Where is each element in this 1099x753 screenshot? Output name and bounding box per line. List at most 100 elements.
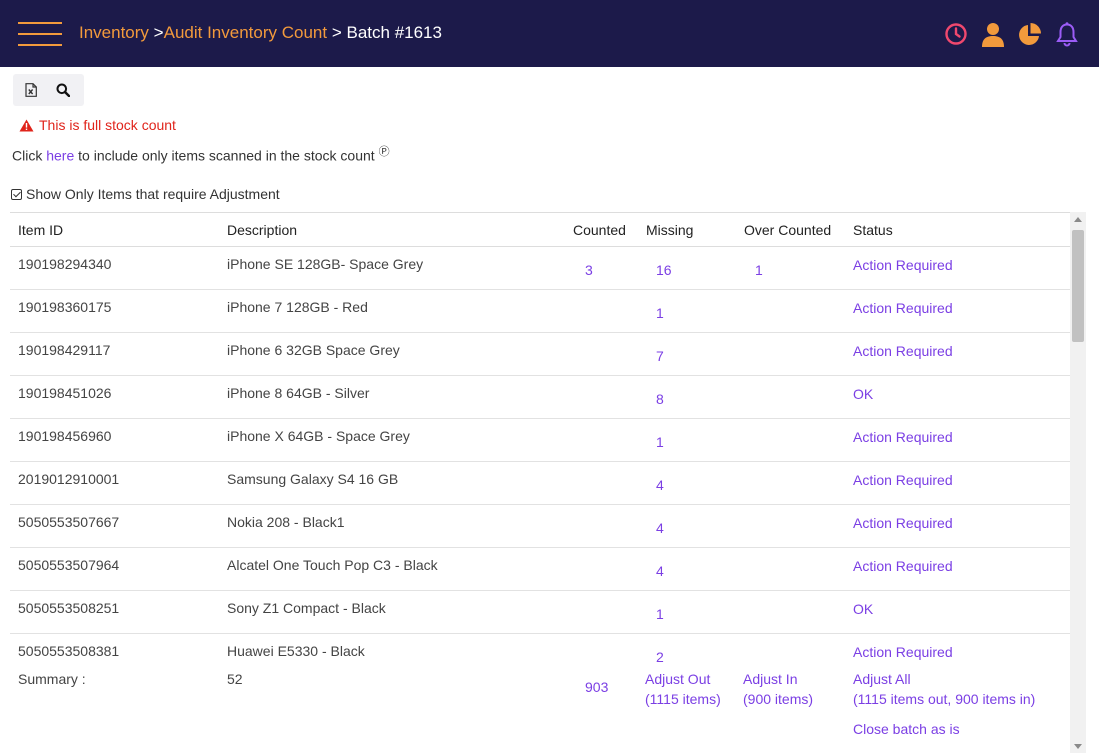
status-link[interactable]: OK <box>853 386 873 402</box>
menu-icon[interactable] <box>18 22 62 46</box>
counted-link[interactable]: 3 <box>585 262 593 278</box>
warning-icon <box>19 119 34 131</box>
missing-link[interactable]: 1 <box>656 606 664 622</box>
adjust-in-label: Adjust In <box>743 671 798 687</box>
missing-link[interactable]: 4 <box>656 563 664 579</box>
scroll-up-arrow-icon[interactable] <box>1070 212 1086 226</box>
item-description: Huawei E5330 - Black <box>227 643 365 659</box>
full-stock-warning: This is full stock count <box>19 117 176 133</box>
column-description: Description <box>227 222 298 238</box>
item-id: 5050553508251 <box>18 600 120 616</box>
item-id: 190198294340 <box>18 256 112 272</box>
table-row: 190198294340 iPhone SE 128GB- Space Grey… <box>10 247 1070 290</box>
missing-link[interactable]: 1 <box>656 305 664 321</box>
item-id: 190198360175 <box>18 299 112 315</box>
over-counted-link[interactable]: 1 <box>755 262 763 278</box>
item-id: 190198456960 <box>18 428 112 444</box>
item-id: 2019012910001 <box>18 471 120 487</box>
table-row: 2019012910001 Samsung Galaxy S4 16 GB 4 … <box>10 462 1070 505</box>
item-description: iPhone 8 64GB - Silver <box>227 385 370 401</box>
status-link[interactable]: Action Required <box>853 429 953 445</box>
adjustment-only-checkbox[interactable] <box>11 188 22 200</box>
table-row: 190198360175 iPhone 7 128GB - Red 1 Acti… <box>10 290 1070 333</box>
item-description: iPhone X 64GB - Space Grey <box>227 428 410 444</box>
table-row: 190198456960 iPhone X 64GB - Space Grey … <box>10 419 1070 462</box>
table-row: 5050553507964 Alcatel One Touch Pop C3 -… <box>10 548 1070 591</box>
inventory-table: Item ID Description Counted Missing Over… <box>10 212 1085 753</box>
close-batch-link[interactable]: Close batch as is <box>853 721 960 737</box>
status-link[interactable]: Action Required <box>853 644 953 660</box>
item-id: 190198429117 <box>18 342 111 358</box>
table-row: 5050553507667 Nokia 208 - Black1 4 Actio… <box>10 505 1070 548</box>
breadcrumb-batch: Batch #1613 <box>346 23 442 42</box>
missing-link[interactable]: 4 <box>656 520 664 536</box>
item-id: 5050553507667 <box>18 514 120 530</box>
item-id: 5050553507964 <box>18 557 120 573</box>
adjustment-only-label: Show Only Items that require Adjustment <box>26 186 280 202</box>
adjust-in-link[interactable]: Adjust In (900 items) <box>743 669 813 709</box>
top-bar: Inventory >Audit Inventory Count > Batch… <box>0 0 1099 67</box>
help-icon[interactable]: Ⓟ <box>379 146 390 158</box>
status-link[interactable]: Action Required <box>853 257 953 273</box>
user-icon[interactable] <box>980 22 1005 47</box>
adjust-out-count: (1115 items) <box>645 691 721 707</box>
item-description: iPhone 7 128GB - Red <box>227 299 368 315</box>
bell-icon[interactable] <box>1054 21 1079 47</box>
item-description: iPhone SE 128GB- Space Grey <box>227 256 424 272</box>
adjust-all-count: (1115 items out, 900 items in) <box>853 691 1036 707</box>
summary-counted-link[interactable]: 903 <box>585 679 608 695</box>
breadcrumb-audit-inventory-count[interactable]: Audit Inventory Count <box>164 23 327 42</box>
excel-export-icon[interactable] <box>22 81 40 99</box>
status-link[interactable]: Action Required <box>853 515 953 531</box>
table-row: 5050553508251 Sony Z1 Compact - Black 1 … <box>10 591 1070 634</box>
toolbar <box>13 74 84 106</box>
item-description: Nokia 208 - Black1 <box>227 514 345 530</box>
breadcrumb-separator: > <box>153 23 164 42</box>
status-link[interactable]: Action Required <box>853 343 953 359</box>
missing-link[interactable]: 1 <box>656 434 664 450</box>
missing-link[interactable]: 8 <box>656 391 664 407</box>
breadcrumb: Inventory >Audit Inventory Count > Batch… <box>79 22 442 44</box>
header-actions <box>943 20 1079 48</box>
item-id: 190198451026 <box>18 385 112 401</box>
item-description: iPhone 6 32GB Space Grey <box>227 342 400 358</box>
item-description: Sony Z1 Compact - Black <box>227 600 386 616</box>
summary-row: Summary : 52 903 Adjust Out (1115 items)… <box>10 668 1070 753</box>
status-link[interactable]: Action Required <box>853 558 953 574</box>
clock-icon[interactable] <box>943 22 968 47</box>
item-description: Alcatel One Touch Pop C3 - Black <box>227 557 438 573</box>
table-header: Item ID Description Counted Missing Over… <box>10 213 1070 247</box>
adjust-in-count: (900 items) <box>743 691 814 707</box>
missing-link[interactable]: 7 <box>656 348 664 364</box>
adjustment-filter: Show Only Items that require Adjustment <box>11 186 280 202</box>
scroll-down-arrow-icon[interactable] <box>1070 739 1086 753</box>
status-link[interactable]: Action Required <box>853 472 953 488</box>
column-over-counted: Over Counted <box>744 222 832 238</box>
missing-link[interactable]: 2 <box>656 649 664 665</box>
hint-prefix: Click <box>12 147 47 164</box>
column-item-id: Item ID <box>18 222 64 238</box>
adjust-all-label: Adjust All <box>853 671 911 687</box>
table-row: 190198429117 iPhone 6 32GB Space Grey 7 … <box>10 333 1070 376</box>
breadcrumb-separator: > <box>331 23 342 42</box>
search-icon[interactable] <box>54 81 72 99</box>
missing-link[interactable]: 4 <box>656 477 664 493</box>
missing-link[interactable]: 16 <box>656 262 672 278</box>
summary-item-count: 52 <box>227 671 243 687</box>
scrollbar-thumb[interactable] <box>1072 230 1084 342</box>
status-link[interactable]: OK <box>853 601 873 617</box>
adjust-out-link[interactable]: Adjust Out (1115 items) <box>645 669 721 709</box>
breadcrumb-inventory[interactable]: Inventory <box>79 23 149 42</box>
status-link[interactable]: Action Required <box>853 300 953 316</box>
item-id: 5050553508381 <box>18 643 120 659</box>
adjust-all-link[interactable]: Adjust All (1115 items out, 900 items in… <box>853 669 1035 709</box>
column-counted: Counted <box>573 222 626 238</box>
include-scanned-link[interactable]: here <box>46 148 74 164</box>
column-missing: Missing <box>646 222 694 238</box>
adjust-out-label: Adjust Out <box>645 671 711 687</box>
table-scrollbar[interactable] <box>1070 212 1086 753</box>
column-status: Status <box>853 222 893 238</box>
warning-text: This is full stock count <box>39 117 176 133</box>
table-row: 190198451026 iPhone 8 64GB - Silver 8 OK <box>10 376 1070 419</box>
pie-chart-icon[interactable] <box>1017 22 1042 47</box>
